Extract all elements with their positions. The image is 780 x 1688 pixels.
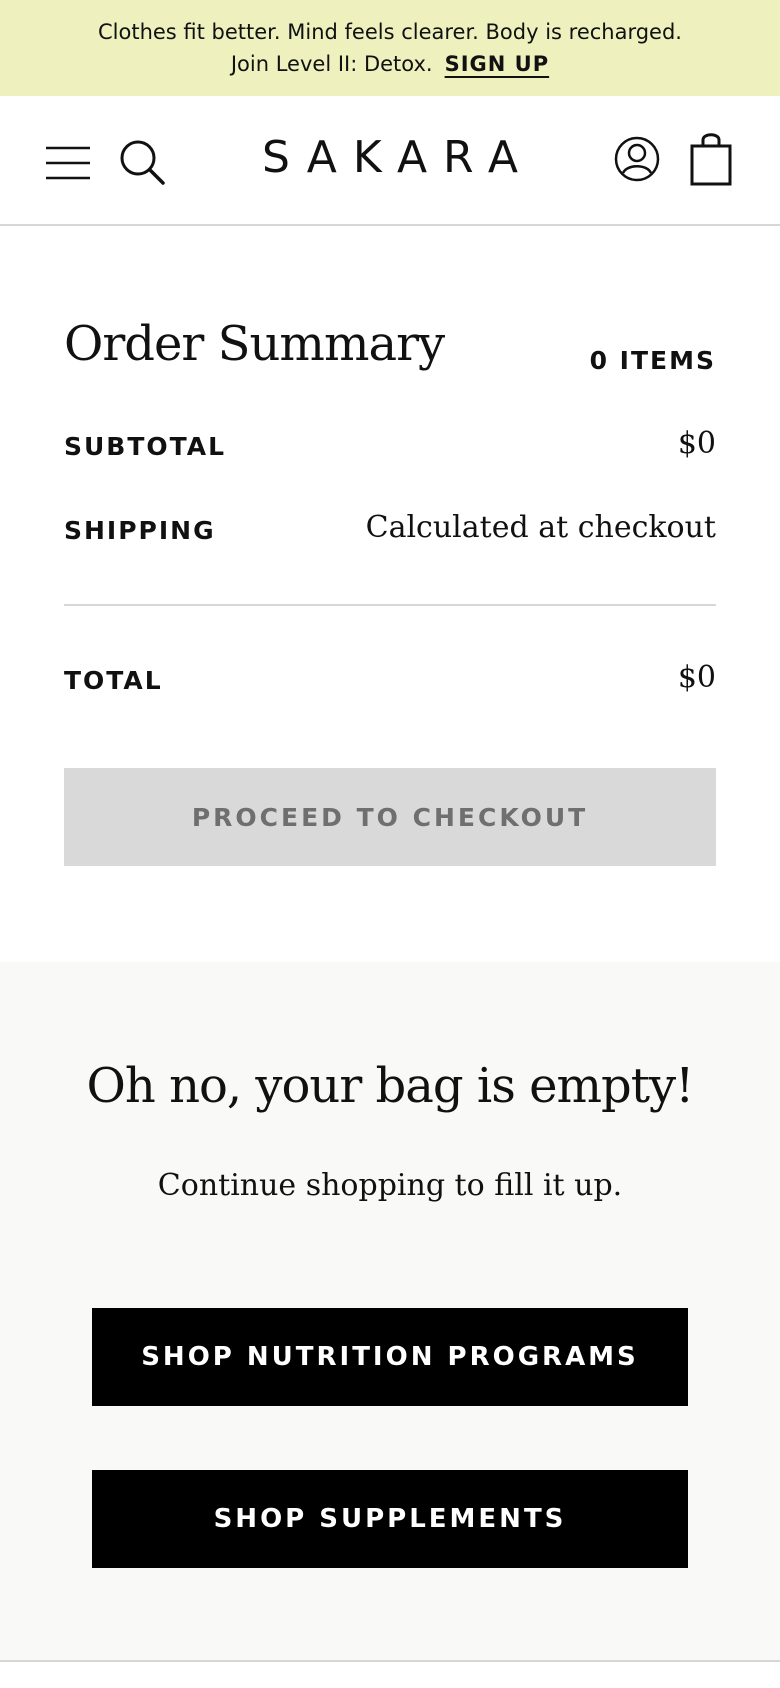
subtotal-label: SUBTOTAL	[64, 432, 227, 461]
empty-bag-section: Oh no, your bag is empty! Continue shopp…	[0, 962, 780, 1662]
promo-text: Join Level II: Detox.	[230, 52, 433, 76]
empty-bag-title: Oh no, your bag is empty!	[86, 1058, 695, 1114]
site-header: SAKARA	[0, 96, 780, 226]
shop-nutrition-programs-button[interactable]: SHOP NUTRITION PROGRAMS	[92, 1308, 688, 1406]
shipping-label: SHIPPING	[64, 516, 216, 545]
order-summary-title: Order Summary	[64, 316, 445, 372]
subtotal-value: $0	[677, 426, 716, 461]
shipping-value: Calculated at checkout	[365, 510, 716, 545]
proceed-to-checkout-button[interactable]: PROCEED TO CHECKOUT	[64, 768, 716, 866]
empty-bag-subtitle: Continue shopping to fill it up.	[157, 1168, 623, 1203]
total-label: TOTAL	[64, 666, 163, 695]
total-value: $0	[677, 660, 716, 695]
promo-banner: Clothes fit better. Mind feels clearer. …	[0, 0, 780, 96]
promo-line-2: Join Level II: Detox. SIGN UP	[0, 48, 780, 80]
items-count: 0 ITEMS	[589, 346, 716, 375]
shop-supplements-button[interactable]: SHOP SUPPLEMENTS	[92, 1470, 688, 1568]
promo-line-1: Clothes fit better. Mind feels clearer. …	[97, 20, 682, 44]
sign-up-link[interactable]: SIGN UP	[445, 52, 550, 76]
sakara-logo[interactable]: SAKARA	[0, 132, 780, 183]
bag-icon[interactable]	[690, 130, 732, 186]
account-icon[interactable]	[614, 136, 660, 182]
summary-divider	[64, 604, 716, 606]
